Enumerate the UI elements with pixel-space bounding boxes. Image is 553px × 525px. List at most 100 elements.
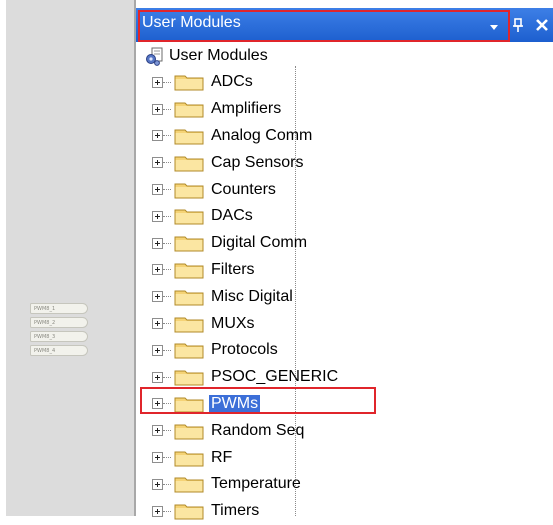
tree-item-digital-comm[interactable]: Digital Comm (152, 230, 338, 257)
plus-expander-icon[interactable] (152, 452, 163, 464)
plus-expander-icon[interactable] (152, 398, 163, 410)
left-edge-strip (0, 0, 6, 516)
tree-item-label: PWMs (209, 394, 261, 413)
plus-expander-icon[interactable] (152, 76, 163, 88)
folder-icon (174, 261, 204, 279)
plus-expander-icon[interactable] (152, 130, 163, 142)
panel-titlebar: User Modules (136, 8, 553, 42)
plus-expander-icon[interactable] (152, 264, 163, 276)
close-icon[interactable] (534, 17, 550, 33)
tree-connector (163, 215, 171, 217)
folder-icon (174, 73, 204, 91)
tree-item-timers[interactable]: Timers (152, 498, 338, 525)
folder-icon (174, 181, 204, 199)
plus-expander-icon[interactable] (152, 318, 163, 330)
tree-connector (163, 376, 171, 378)
folder-icon (174, 288, 204, 306)
plus-expander-icon[interactable] (152, 157, 163, 169)
tree-connector (163, 189, 171, 191)
tree-connector (163, 349, 171, 351)
tree-connector (163, 162, 171, 164)
tree-item-muxs[interactable]: MUXs (152, 310, 338, 337)
plus-expander-icon[interactable] (152, 184, 163, 196)
tree-item-label: RF (211, 448, 233, 466)
tree-item-counters[interactable]: Counters (152, 176, 338, 203)
tree-item-label: Protocols (211, 341, 278, 359)
tree-item-label: Cap Sensors (211, 153, 304, 171)
tree-connector (163, 135, 171, 137)
tree-item-adcs[interactable]: ADCs (152, 69, 338, 96)
tree-item-psoc-generic[interactable]: PSOC_GENERIC (152, 364, 338, 391)
tree-item-rf[interactable]: RF (152, 444, 338, 471)
tree-item-misc-digital[interactable]: Misc Digital (152, 283, 338, 310)
plus-expander-icon[interactable] (152, 505, 163, 517)
tree-item-amplifiers[interactable]: Amplifiers (152, 96, 338, 123)
folder-icon (174, 127, 204, 145)
tree-item-pwms[interactable]: PWMs (152, 391, 338, 418)
plus-expander-icon[interactable] (152, 478, 163, 490)
tree-item-label: PSOC_GENERIC (211, 368, 339, 386)
mini-node[interactable]: PWM8_2 (30, 317, 88, 328)
folder-icon (174, 234, 204, 252)
tree-item-label: MUXs (211, 314, 255, 332)
tree-item-label: Counters (211, 180, 276, 198)
folder-icon (174, 100, 204, 118)
folder-icon (174, 475, 204, 493)
tree-item-dacs[interactable]: DACs (152, 203, 338, 230)
tree-item-temperature[interactable]: Temperature (152, 471, 338, 498)
tree-item-filters[interactable]: Filters (152, 257, 338, 284)
mini-node[interactable]: PWM8_1 (30, 303, 88, 314)
tree-connector (163, 81, 171, 83)
tree-root-label: User Modules (169, 47, 268, 64)
folder-icon (174, 154, 204, 172)
tree-connector (163, 510, 171, 512)
tree-root[interactable]: User Modules (145, 44, 268, 68)
tree-item-label: Filters (211, 260, 255, 278)
tree-connector (163, 323, 171, 325)
mini-node[interactable]: PWM8_4 (30, 345, 88, 356)
design-canvas-panel: PWM8_1 PWM8_2 PWM8_3 PWM8_4 (0, 0, 134, 516)
mini-node-list: PWM8_1 PWM8_2 PWM8_3 PWM8_4 (30, 303, 88, 359)
plus-expander-icon[interactable] (152, 210, 163, 222)
tree-connector (163, 108, 171, 110)
module-tree: ADCs Amplifiers Analog Comm Cap Sensors … (152, 69, 338, 525)
dropdown-arrow-icon[interactable] (487, 19, 501, 33)
tree-connector (163, 296, 171, 298)
tree-item-cap-sensors[interactable]: Cap Sensors (152, 149, 338, 176)
folder-icon (174, 422, 204, 440)
plus-expander-icon[interactable] (152, 291, 163, 303)
plus-expander-icon[interactable] (152, 425, 163, 437)
tree-item-random-seq[interactable]: Random Seq (152, 417, 338, 444)
plus-expander-icon[interactable] (152, 344, 163, 356)
tree-item-label: ADCs (211, 73, 253, 91)
tree-item-label: DACs (211, 207, 253, 225)
folder-icon (174, 449, 204, 467)
tree-item-label: Timers (211, 502, 260, 520)
tree-connector (163, 483, 171, 485)
folder-icon (174, 207, 204, 225)
folder-icon (174, 341, 204, 359)
tree-connector (163, 242, 171, 244)
plus-expander-icon[interactable] (152, 371, 163, 383)
user-modules-panel: User Modules User Modules ADCs Amplifier… (136, 0, 553, 520)
tree-connector (163, 430, 171, 432)
user-modules-icon (145, 46, 165, 66)
mini-node[interactable]: PWM8_3 (30, 331, 88, 342)
folder-icon (174, 315, 204, 333)
plus-expander-icon[interactable] (152, 103, 163, 115)
tree-item-label: Misc Digital (211, 287, 293, 305)
tree-item-protocols[interactable]: Protocols (152, 337, 338, 364)
tree-item-label: Amplifiers (211, 100, 282, 118)
plus-expander-icon[interactable] (152, 237, 163, 249)
tree-item-label: Analog Comm (211, 126, 313, 144)
tree-item-analog-comm[interactable]: Analog Comm (152, 123, 338, 150)
tree-connector (163, 269, 171, 271)
tree-item-label: Temperature (211, 475, 301, 493)
tree-connector (163, 403, 171, 405)
folder-icon (174, 368, 204, 386)
tree-connector (163, 457, 171, 459)
folder-icon (174, 502, 204, 520)
pin-icon[interactable] (511, 17, 525, 33)
tree-item-label: Random Seq (211, 421, 305, 439)
panel-title: User Modules (142, 14, 241, 31)
